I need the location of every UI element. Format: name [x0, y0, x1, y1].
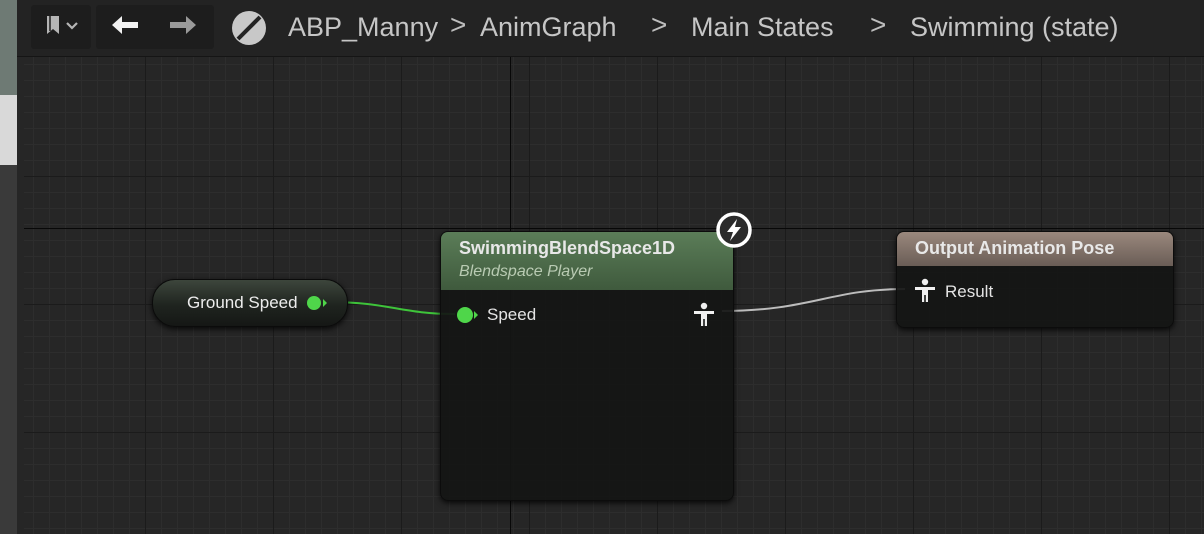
result-pin-label: Result [945, 282, 994, 301]
blendspace-node-header: SwimmingBlendSpace1D Blendspace Player [441, 232, 733, 290]
back-button[interactable] [102, 5, 148, 49]
bookmark-button[interactable] [35, 5, 87, 49]
breadcrumb-separator: > [870, 9, 887, 40]
output-pose-node[interactable]: Output Animation Pose Result [896, 231, 1174, 328]
blendspace-node-subtitle: Blendspace Player [459, 263, 593, 280]
breadcrumb-separator: > [450, 9, 467, 40]
speed-pin-label: Speed [487, 305, 537, 324]
blendspace-node-title: SwimmingBlendSpace1D [459, 238, 676, 258]
arrow-left-icon [109, 13, 141, 42]
outer-panel-edge [0, 0, 17, 534]
speed-input-pin[interactable] [456, 306, 480, 329]
breadcrumb-item-abp-manny[interactable]: ABP_Manny [288, 10, 438, 44]
outer-panel-edge-light [0, 95, 17, 165]
blendspace-player-node[interactable]: SwimmingBlendSpace1D Blendspace Player S… [440, 231, 734, 501]
pose-output-pin[interactable] [692, 302, 716, 333]
outer-panel-edge-mid [0, 165, 17, 534]
no-blueprint-icon [229, 8, 269, 53]
ground-speed-variable-node[interactable]: Ground Speed [152, 279, 348, 327]
breadcrumb-separator: > [651, 9, 668, 40]
history-group [96, 5, 214, 49]
lightning-bolt-icon [715, 211, 753, 254]
breadcrumb-item-main-states[interactable]: Main States [691, 10, 834, 44]
breadcrumb-item-swimming-state[interactable]: Swimming (state) [910, 10, 1119, 44]
breadcrumb-bar: ABP_Manny > AnimGraph > Main States > Sw… [17, 0, 1204, 57]
output-node-header: Output Animation Pose [897, 232, 1173, 266]
arrow-right-icon [167, 13, 199, 42]
forward-button[interactable] [160, 5, 206, 49]
variable-node-label: Ground Speed [187, 293, 298, 312]
graph-origin-horizontal-line [24, 228, 1204, 229]
breadcrumb-item-animgraph[interactable]: AnimGraph [480, 10, 617, 44]
output-node-title: Output Animation Pose [915, 238, 1115, 258]
bookmark-icon [41, 13, 81, 42]
bookmark-group [31, 5, 91, 49]
float-output-pin[interactable] [306, 294, 328, 317]
outer-panel-edge-top [0, 0, 17, 95]
result-pose-input-pin[interactable] [913, 278, 937, 309]
